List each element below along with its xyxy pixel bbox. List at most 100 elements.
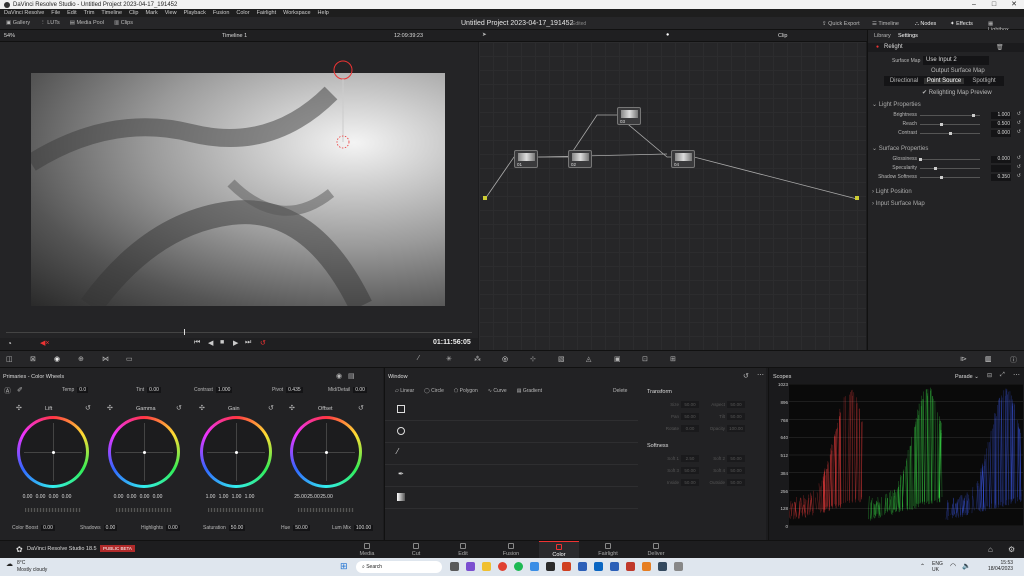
window-options-icon[interactable]: ⋯ (757, 371, 764, 379)
page-tab-deliver[interactable]: Deliver (636, 541, 676, 559)
taskbar-search[interactable]: ⌕ Search (356, 561, 442, 573)
clock[interactable]: 15:53 18/04/2023 (988, 560, 1013, 572)
menu-clip[interactable]: Clip (129, 10, 138, 16)
gamma-picker-icon[interactable]: ✣ (107, 404, 113, 412)
reset-wheels-icon[interactable]: ◉ (336, 372, 342, 380)
keyframes-icon[interactable]: ⧐ (960, 355, 967, 363)
node-04[interactable]: 04 (671, 150, 695, 168)
home-icon[interactable]: ⌂ (988, 545, 993, 554)
app-icon-dark[interactable] (658, 562, 667, 571)
menu-help[interactable]: Help (318, 10, 329, 16)
offset-reset-icon[interactable]: ↺ (358, 404, 364, 412)
light-type-point-source[interactable]: Point Source (924, 78, 964, 84)
magic-mask-icon[interactable]: ▧ (558, 355, 565, 363)
word-icon-2[interactable] (610, 562, 619, 571)
curve-window-button[interactable]: ∿ Curve (488, 388, 507, 394)
field-inside[interactable]: Inside 50.00 (655, 479, 699, 486)
audio-mute-icon[interactable]: ◀× (40, 339, 49, 347)
field-value[interactable]: 50.00 (681, 413, 699, 420)
lift-master-wheel[interactable] (25, 508, 81, 512)
menu-timeline[interactable]: Timeline (101, 10, 122, 16)
gain-value[interactable]: 1.00 (204, 494, 217, 500)
reset-param-icon[interactable]: ↺ (1017, 164, 1021, 170)
surface-map-dropdown[interactable]: Use Input 2 (923, 56, 989, 65)
timeline-button[interactable]: ☰ Timeline (872, 21, 899, 27)
blur-icon[interactable]: ◬ (586, 355, 591, 363)
field-rotate[interactable]: Rotate 0.00 (655, 425, 699, 432)
scrubber[interactable] (0, 328, 478, 338)
window-row-curve[interactable]: ✒ (385, 466, 638, 487)
gamma-value[interactable]: 0.00 (151, 494, 164, 500)
field-outside[interactable]: Outside 50.00 (701, 479, 745, 486)
gamma-reset-icon[interactable]: ↺ (176, 404, 182, 412)
start-button-icon[interactable]: ⊞ (340, 561, 348, 572)
lift-value[interactable]: 0.00 (60, 494, 73, 500)
chrome-icon[interactable] (498, 562, 507, 571)
curves-icon[interactable]: ⁄ (418, 355, 419, 362)
lift-wheel[interactable] (17, 416, 89, 488)
window-row-gradient[interactable] (385, 488, 638, 509)
field-value[interactable]: 50.00 (681, 479, 699, 486)
minimize-button[interactable]: – (964, 0, 984, 9)
node-02[interactable]: 02 (568, 150, 592, 168)
wheel-puck[interactable] (142, 450, 146, 454)
quick-export-button[interactable]: ⇪ Quick Export (822, 21, 860, 27)
light-type-directional[interactable]: Directional (884, 78, 924, 84)
page-tab-edit[interactable]: Edit (443, 541, 483, 559)
maximize-button[interactable]: □ (984, 0, 1004, 9)
param-value[interactable]: 0.435 (286, 387, 303, 393)
node-01[interactable]: 01 (514, 150, 538, 168)
offset-master-wheel[interactable] (298, 508, 354, 512)
param-value[interactable]: 0.500 (991, 121, 1011, 128)
param-slider[interactable] (920, 177, 980, 178)
app-icon-blue[interactable] (594, 562, 603, 571)
play-icon[interactable]: ▶ (233, 339, 238, 347)
param-value[interactable]: 100.00 (353, 525, 374, 531)
param-saturation[interactable]: Saturation 50.00 (203, 525, 246, 531)
field-pan[interactable]: Pan 50.00 (655, 413, 699, 420)
media-pool-button[interactable]: ▤ Media Pool (70, 20, 104, 26)
gamma-value[interactable]: 0.00 (138, 494, 151, 500)
param-temp[interactable]: Temp 0.0 (62, 387, 89, 393)
close-button[interactable]: ✕ (1004, 0, 1024, 9)
page-tab-fairlight[interactable]: Fairlight (588, 541, 628, 559)
motion-effects-icon[interactable]: ▭ (126, 355, 133, 363)
lift-value[interactable]: 0.00 (21, 494, 34, 500)
menu-mark[interactable]: Mark (146, 10, 158, 16)
param-middetail[interactable]: Mid/Detail 0.00 (328, 387, 367, 393)
param-slider-knob[interactable] (971, 114, 975, 117)
gradient-window-button[interactable]: ▤ Gradient (517, 388, 542, 394)
param-shadows[interactable]: Shadows 0.00 (80, 525, 118, 531)
spotify-icon[interactable] (514, 562, 523, 571)
output-surface-map-checkbox[interactable]: Output Surface Map (931, 68, 985, 74)
circle-window-button[interactable]: ◯ Circle (424, 388, 444, 394)
camera-raw-icon[interactable]: ◫ (6, 355, 13, 363)
output-node[interactable] (855, 196, 859, 200)
task-view-icon[interactable] (450, 562, 459, 571)
nodes-button[interactable]: ⛬ Nodes (915, 21, 936, 28)
go-to-end-icon[interactable]: ⏭ (245, 339, 251, 347)
param-colorboost[interactable]: Color Boost 0.00 (12, 525, 55, 531)
timeline-name-dropdown[interactable]: Timeline 1 (222, 33, 247, 39)
light-type-spotlight[interactable]: Spotlight (964, 78, 1004, 84)
param-slider-knob[interactable] (919, 158, 922, 161)
gain-value[interactable]: 1.00 (230, 494, 243, 500)
delete-effect-icon[interactable]: 🗑 (996, 44, 1004, 51)
menu-view[interactable]: View (165, 10, 177, 16)
field-soft-4[interactable]: Soft 4 50.00 (701, 467, 745, 474)
picker-icon[interactable]: ✐ (17, 386, 23, 394)
color-warper-icon[interactable]: ✳ (446, 355, 452, 363)
param-value[interactable]: 0.000 (991, 130, 1011, 137)
window-row-polygon[interactable]: ⁄ (385, 444, 638, 465)
app-icon-orange[interactable] (642, 562, 651, 571)
reset-param-icon[interactable]: ↺ (1017, 155, 1021, 161)
key-icon[interactable]: ▣ (614, 355, 621, 363)
field-value[interactable]: 50.00 (727, 467, 745, 474)
gain-value[interactable]: 1.00 (217, 494, 230, 500)
scope-settings-icon[interactable]: ⊟ (987, 372, 992, 379)
tray-chevron-icon[interactable]: ⌃ (920, 563, 925, 570)
reset-param-icon[interactable]: ↺ (1017, 173, 1021, 179)
section-light-properties[interactable]: ⌄ Light Properties (872, 101, 921, 108)
gamma-wheel[interactable] (108, 416, 180, 488)
offset-wheel[interactable] (290, 416, 362, 488)
